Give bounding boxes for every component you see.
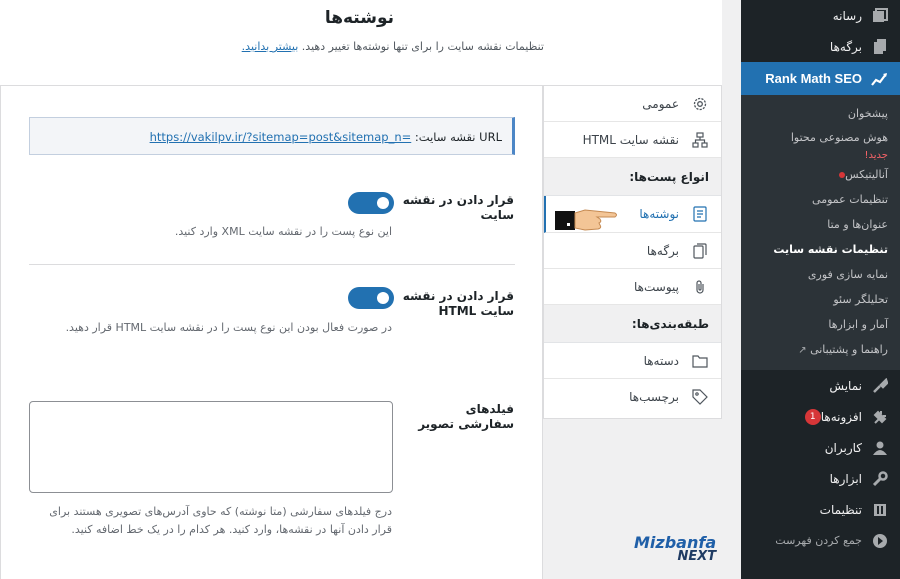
logo-subtext: NEXT	[677, 549, 717, 564]
settings-icon	[870, 500, 890, 520]
nav-categories[interactable]: دسته‌ها	[544, 343, 721, 379]
include-in-sitemap-toggle[interactable]	[348, 192, 394, 214]
rank-math-icon	[870, 69, 890, 89]
gear-icon	[691, 95, 709, 113]
menu-pages[interactable]: برگه‌ها	[741, 31, 900, 62]
image-custom-fields-description: درج فیلدهای سفارشی (متا نوشته) که حاوی آ…	[49, 505, 392, 536]
pages-icon	[870, 37, 890, 57]
learn-more-link[interactable]: بیشتر بدانید.	[242, 40, 299, 53]
page-description: تنظیمات نقشه سایت را برای تنها نوشته‌ها …	[242, 40, 544, 53]
tools-icon	[870, 469, 890, 489]
admin-sidebar: رسانه برگه‌ها Rank Math SEO پیشخوان هوش …	[741, 0, 900, 579]
nav-tags-label: برچسب‌ها	[629, 390, 679, 404]
submenu-seo-analyzer[interactable]: تحلیلگر سئو	[741, 287, 900, 312]
menu-users-label: کاربران	[824, 440, 862, 455]
submenu-status-tools[interactable]: آمار و ابزارها	[741, 312, 900, 337]
menu-plugins[interactable]: افزونه‌ها 1	[741, 401, 900, 432]
sitemap-url-label: URL نقشه سایت:	[414, 130, 502, 144]
nav-attachments-label: پیوست‌ها	[634, 279, 679, 294]
mizbanfa-logo: Mizbanfa NEXT	[634, 533, 717, 564]
page-icon	[691, 242, 709, 260]
include-in-html-sitemap-toggle[interactable]	[348, 287, 394, 309]
menu-collapse[interactable]: جمع کردن فهرست	[741, 525, 900, 556]
plugins-icon	[870, 407, 890, 427]
include-in-sitemap-label: قرار دادن در نقشه سایت	[402, 193, 514, 222]
nav-pages-label: برگه‌ها	[646, 243, 679, 258]
users-icon	[870, 438, 890, 458]
nav-taxonomies-header: طبقه‌بندی‌ها:	[544, 305, 721, 343]
submenu-sitemap-settings[interactable]: تنظیمات نقشه سایت	[741, 237, 900, 262]
sitemap-url-box: URL نقشه سایت: https://vakilpv.ir/?sitem…	[29, 117, 515, 155]
logo-text: Mizbanfa	[634, 533, 717, 552]
menu-appearance[interactable]: نمایش	[741, 370, 900, 401]
submenu-dashboard[interactable]: پیشخوان	[741, 101, 900, 126]
page-header: نوشته‌ها تنظیمات نقشه سایت را برای تنها …	[0, 0, 722, 86]
nav-posts-label: نوشته‌ها	[639, 207, 679, 221]
submenu-titles-meta[interactable]: عنوان‌ها و متا	[741, 212, 900, 237]
menu-media-label: رسانه	[832, 8, 862, 23]
submenu-analytics-label: آنالیتیکس	[845, 168, 888, 181]
document-icon	[691, 205, 709, 223]
submenu-content-ai[interactable]: هوش مصنوعی محتوا جدید!	[741, 126, 900, 162]
submenu-help-label: راهنما و پشتیبانی	[810, 343, 888, 356]
menu-pages-label: برگه‌ها	[829, 39, 862, 54]
appearance-icon	[870, 376, 890, 396]
submenu-instant-indexing[interactable]: نمایه سازی فوری	[741, 262, 900, 287]
menu-settings-label: تنظیمات	[819, 502, 862, 517]
paperclip-icon	[691, 278, 709, 296]
pointer-hand-icon	[555, 204, 619, 238]
image-custom-fields-textarea[interactable]	[29, 401, 393, 493]
menu-users[interactable]: کاربران	[741, 432, 900, 463]
divider	[29, 264, 515, 265]
toggle-knob	[377, 197, 389, 209]
submenu-analytics[interactable]: آنالیتیکس	[741, 162, 900, 187]
sitemap-url-link[interactable]: https://vakilpv.ir/?sitemap=post&sitemap…	[150, 130, 412, 144]
external-link-icon: ↗	[798, 345, 807, 356]
folder-icon	[691, 352, 709, 370]
settings-content: URL نقشه سایت: https://vakilpv.ir/?sitem…	[0, 86, 543, 579]
menu-appearance-label: نمایش	[829, 378, 862, 393]
include-in-html-sitemap-label: قرار دادن در نقشه سایت HTML	[402, 289, 514, 318]
media-icon	[870, 6, 890, 26]
rank-math-submenu: پیشخوان هوش مصنوعی محتوا جدید! آنالیتیکس …	[741, 95, 900, 370]
menu-plugins-label: افزونه‌ها	[820, 409, 862, 424]
page-description-text: تنظیمات نقشه سایت را برای تنها نوشته‌ها …	[301, 40, 544, 53]
include-in-html-sitemap-description: در صورت فعال بودن این نوع پست را در نقشه…	[65, 321, 392, 334]
menu-media[interactable]: رسانه	[741, 0, 900, 31]
image-custom-fields-label: فیلدهای سفارشی تصویر	[418, 402, 514, 431]
menu-rank-math-label: Rank Math SEO	[765, 71, 862, 86]
submenu-general-settings[interactable]: تنظیمات عمومی	[741, 187, 900, 212]
menu-rank-math[interactable]: Rank Math SEO	[741, 62, 900, 95]
nav-general[interactable]: عمومی	[544, 86, 721, 122]
new-badge: جدید!	[864, 150, 888, 161]
menu-tools-label: ابزارها	[829, 471, 862, 486]
plugins-update-count: 1	[804, 408, 821, 425]
nav-attachments[interactable]: پیوست‌ها	[544, 269, 721, 305]
nav-tags[interactable]: برچسب‌ها	[544, 379, 721, 415]
page-title: نوشته‌ها	[324, 8, 394, 28]
nav-pages[interactable]: برگه‌ها	[544, 233, 721, 269]
collapse-icon	[870, 531, 890, 551]
nav-general-label: عمومی	[642, 96, 679, 111]
nav-html-sitemap[interactable]: نقشه سایت HTML	[544, 122, 721, 158]
toggle-knob	[377, 292, 389, 304]
nav-html-sitemap-label: نقشه سایت HTML	[582, 132, 679, 147]
settings-nav: عمومی نقشه سایت HTML انواع پست‌ها: نوشته…	[543, 86, 722, 419]
submenu-content-ai-label: هوش مصنوعی محتوا	[790, 131, 888, 144]
submenu-help[interactable]: راهنما و پشتیبانی ↗	[741, 337, 900, 362]
nav-post-types-header: انواع پست‌ها:	[544, 158, 721, 196]
sitemap-icon	[691, 131, 709, 149]
menu-collapse-label: جمع کردن فهرست	[775, 534, 862, 547]
menu-settings[interactable]: تنظیمات	[741, 494, 900, 525]
include-in-sitemap-description: این نوع پست را در نقشه سایت XML وارد کنی…	[174, 225, 392, 238]
nav-categories-label: دسته‌ها	[643, 353, 679, 368]
menu-tools[interactable]: ابزارها	[741, 463, 900, 494]
tag-icon	[691, 388, 709, 406]
